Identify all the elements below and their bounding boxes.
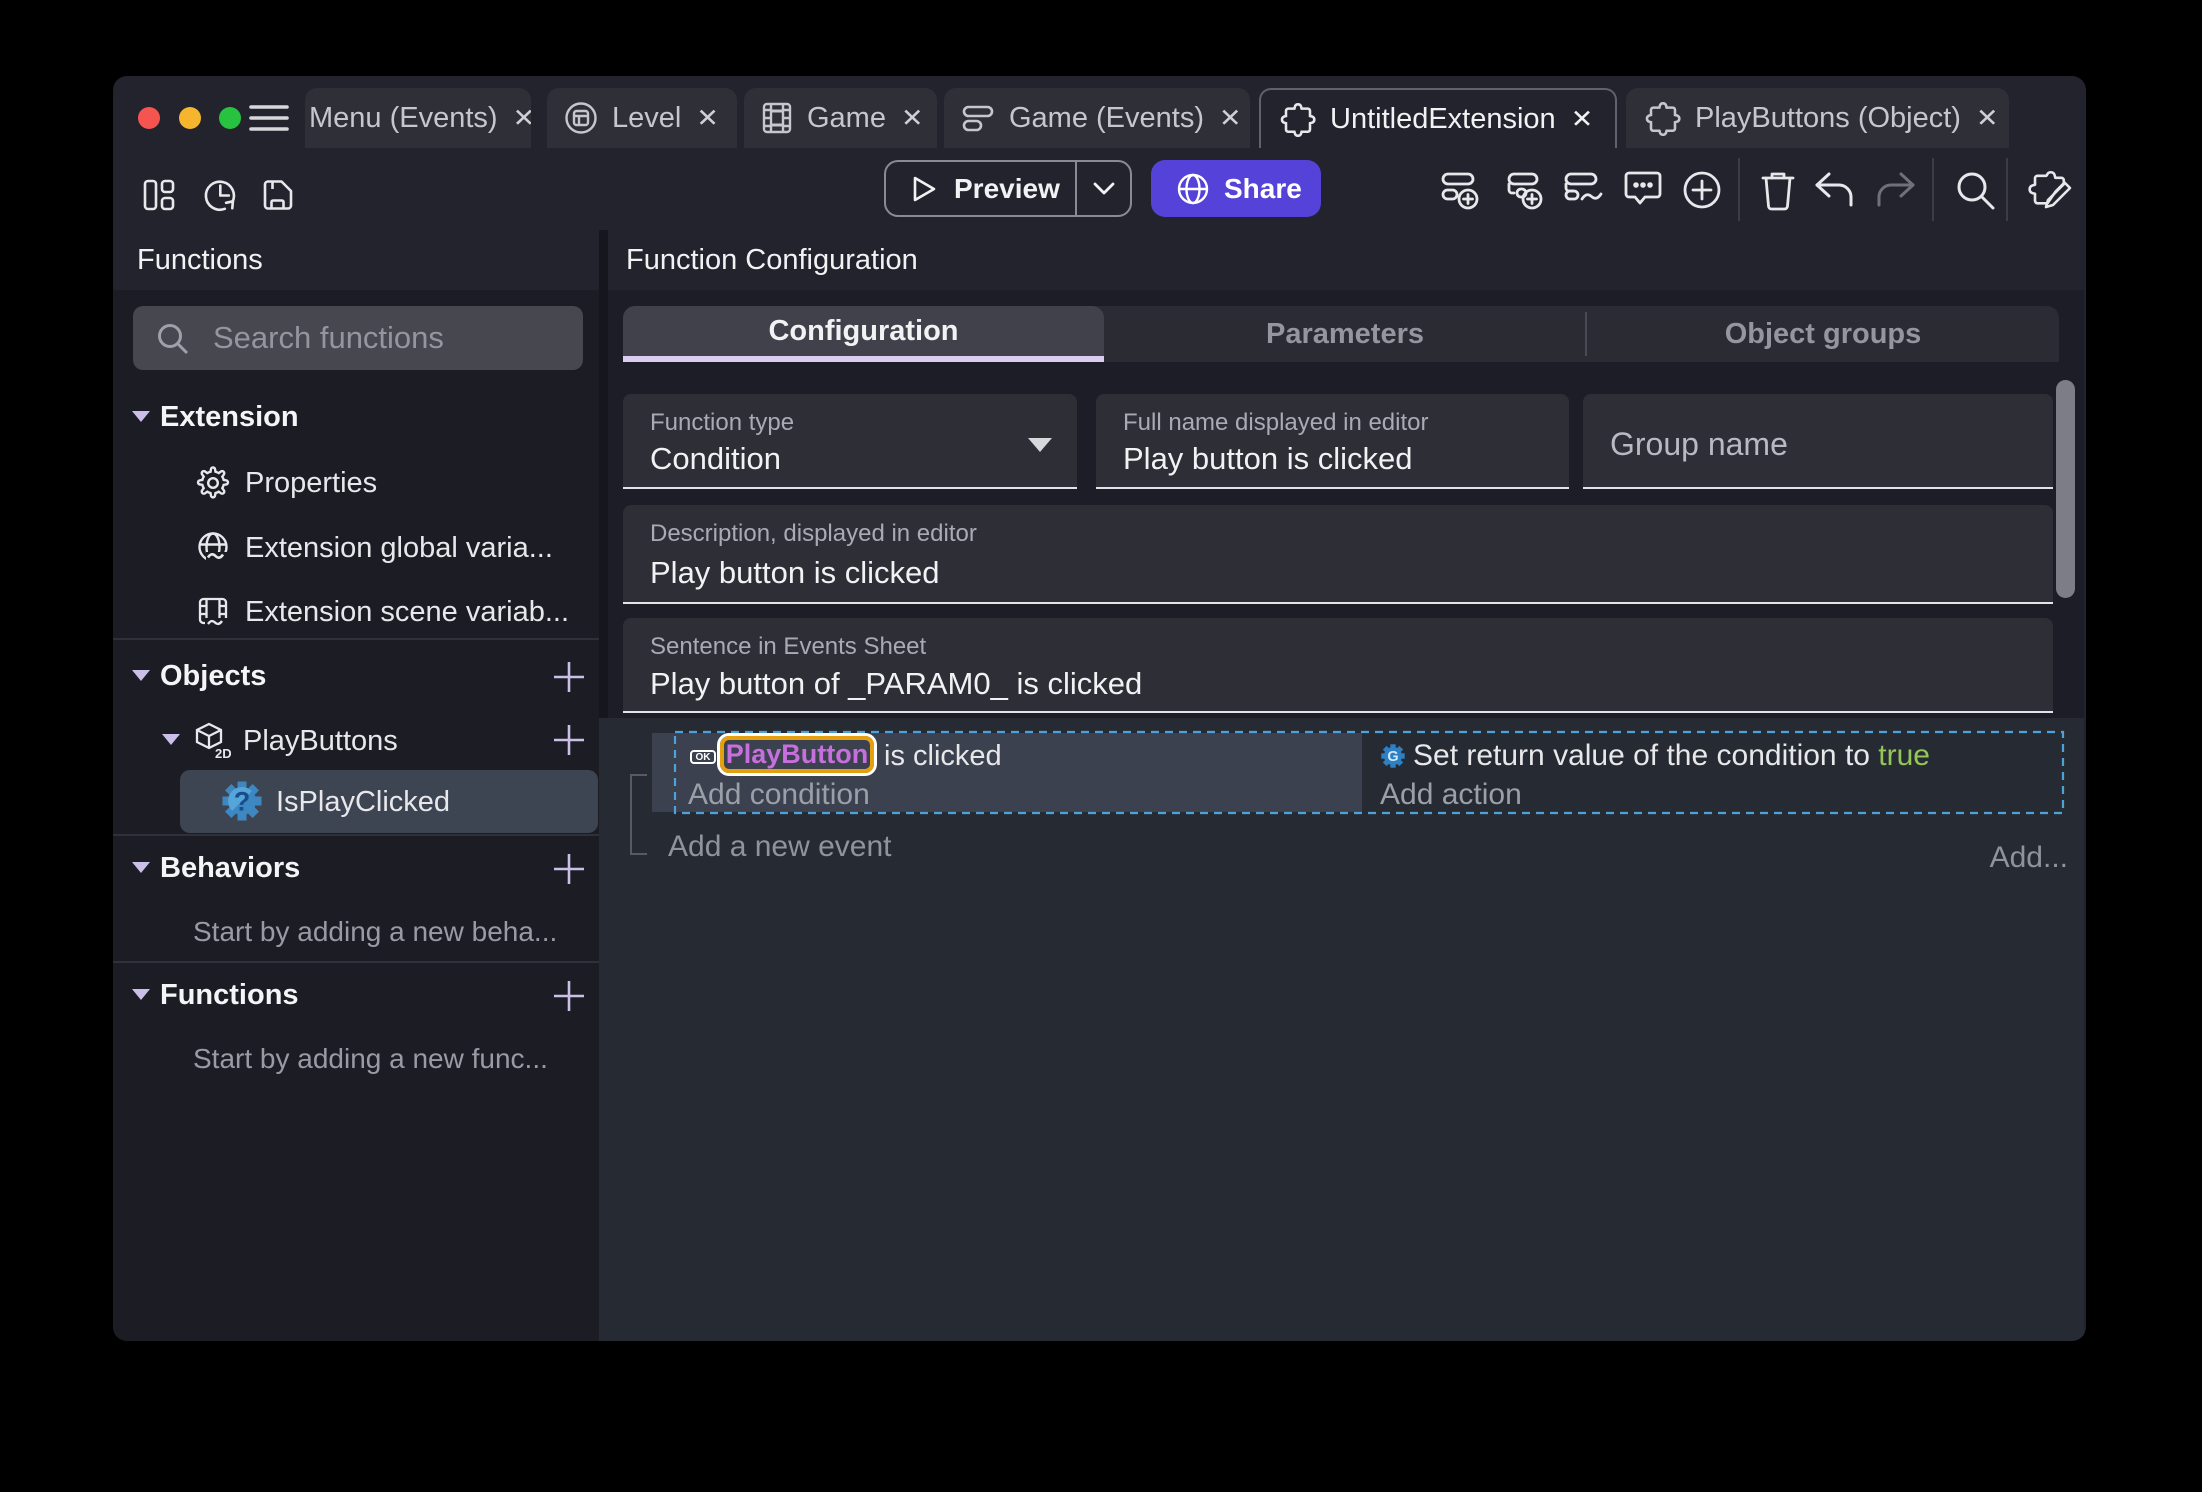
svg-text:?: ? (234, 787, 251, 817)
svg-text:G: G (1387, 749, 1398, 765)
svg-text:2D: 2D (215, 746, 231, 760)
